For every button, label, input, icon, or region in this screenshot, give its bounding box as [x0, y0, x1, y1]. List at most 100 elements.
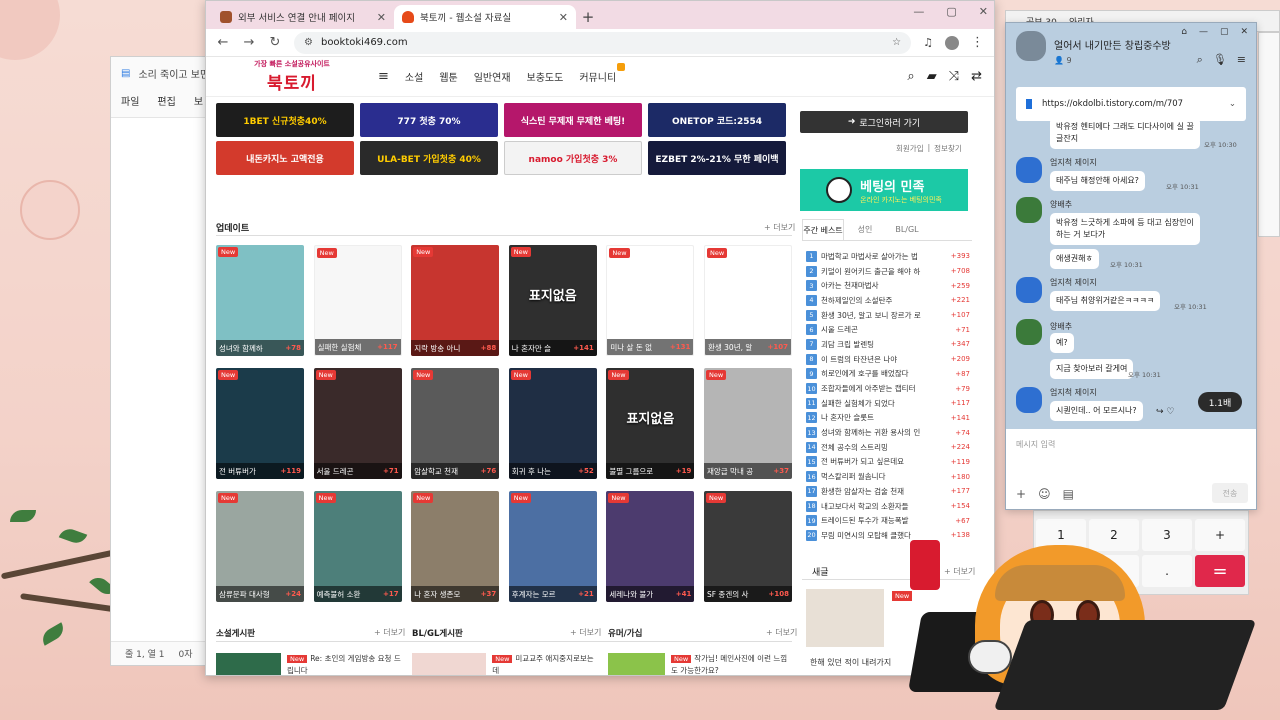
update-card[interactable]: New 후계자는 모르 +21	[508, 491, 597, 602]
rank-item[interactable]: 7 괴담 크립 발렌팅 +347	[806, 337, 970, 352]
user-avatar[interactable]	[1016, 157, 1042, 183]
update-card[interactable]: New 표지없음 불멸 그룹으로 +19	[606, 368, 695, 479]
rank-item[interactable]: 4 천하제일인의 소설탄주 +221	[806, 293, 970, 308]
update-card[interactable]: New 회귀 후 나는 +52	[508, 368, 597, 479]
tab-adult[interactable]: 성인	[844, 219, 886, 240]
rank-item[interactable]: 17 환생한 암살자는 검술 천재 +177	[806, 484, 970, 499]
message-bubble[interactable]: 애생권해ㅎ	[1050, 249, 1099, 269]
calc-key-equals[interactable]: =	[1195, 555, 1245, 587]
new-tab-button[interactable]: +	[576, 5, 600, 29]
notepad-window[interactable]: ▤ 소리 죽이고 보면 파일 편집 보 줄 1, 열 1 0자	[110, 56, 220, 666]
close-tab-icon[interactable]: ✕	[559, 11, 568, 24]
update-card[interactable]: New 예측불허 소환 +17	[313, 491, 402, 602]
pinned-link-card[interactable]: https://okdolbi.tistory.com/m/707 ⌄	[1016, 87, 1246, 121]
ad-banner[interactable]: 1BET 신규첫충40%	[216, 103, 354, 137]
swap-icon[interactable]: ⇄	[971, 69, 982, 84]
calc-key-decimal[interactable]: .	[1142, 555, 1192, 587]
mic-icon[interactable]: 🎙	[1213, 53, 1227, 67]
attach-file-icon[interactable]: ▤	[1063, 487, 1074, 501]
hamburger-menu-icon[interactable]: ≡	[378, 69, 389, 84]
room-avatar[interactable]	[1016, 31, 1046, 61]
update-card[interactable]: New 서울 드레곤 +71	[313, 368, 402, 479]
tab-booktoki[interactable]: 북토끼 - 웹소설 자료실 ✕	[394, 5, 576, 29]
profile-avatar[interactable]	[945, 35, 959, 50]
send-button[interactable]: 전송	[1212, 483, 1248, 503]
maximize-icon[interactable]: ▢	[1220, 27, 1229, 37]
site-info-icon[interactable]: ⚙	[304, 37, 313, 48]
browser-menu-icon[interactable]: ⋮	[971, 35, 984, 50]
kakaotalk-chat-window[interactable]: 얼어서 내기만든 창립중수방 👤 9 ⌂ — ▢ ✕ ⌕ 🎙 ≡ https:/…	[1005, 22, 1257, 510]
update-more-link[interactable]: + 더보기	[764, 222, 795, 233]
message-input[interactable]: 메시지 입력	[1016, 439, 1055, 450]
nav-novel[interactable]: 소설	[405, 69, 423, 84]
rank-item[interactable]: 5 환생 30년, 알고 보니 장르가 로 +107	[806, 308, 970, 323]
rank-item[interactable]: 13 성녀와 함께하는 귀환 용사의 인 +74	[806, 425, 970, 440]
nav-supplement[interactable]: 보충도도	[527, 69, 564, 84]
board-post[interactable]: New 미교교주 애지중지로보는데	[412, 653, 598, 675]
folder-icon[interactable]: ▰	[927, 69, 937, 84]
url-field[interactable]: ⚙ booktoki469.com ☆	[294, 31, 912, 54]
login-button[interactable]: ➜ 로그인하러 가기	[800, 111, 968, 133]
tab-external-service[interactable]: 외부 서비스 연결 안내 페이지 ✕	[212, 5, 394, 29]
ad-banner[interactable]: 식스틴 무제재 무제한 베팅!	[504, 103, 642, 137]
playback-speed-badge[interactable]: 1.1배	[1198, 392, 1242, 412]
message-bubble[interactable]: 박유정 헨티에다 그래도 디다사이에 실 끌 글잔지	[1050, 117, 1200, 149]
message-bubble[interactable]: 태주님 취양위거같은ㅋㅋㅋㅋ	[1050, 291, 1161, 311]
rank-item[interactable]: 16 먹스칼리퍼 월솜니다 +180	[806, 469, 970, 484]
chevron-down-icon[interactable]: ⌄	[1229, 99, 1236, 109]
rank-item[interactable]: 12 나 혼자만 슬롯트 +141	[806, 411, 970, 426]
reload-icon[interactable]: ↻	[268, 35, 282, 50]
update-card[interactable]: New 삼류문파 대사형 +24	[216, 491, 304, 602]
message-list[interactable]: 박유정 헨티에다 그래도 디다사이에 실 끌 글잔지 오후 10:30 엄지척 …	[1006, 117, 1256, 431]
site-logo[interactable]: 가장 빠른 소설공유사이트 북토끼	[222, 59, 362, 94]
user-avatar[interactable]	[1016, 387, 1042, 413]
calc-key-2[interactable]: 2	[1089, 519, 1139, 551]
media-control-icon[interactable]: ♫	[923, 36, 933, 49]
tab-weekly-best[interactable]: 주간 베스트	[802, 219, 844, 240]
pin-icon[interactable]: ⌂	[1181, 27, 1187, 37]
rank-item[interactable]: 3 아카는 천재마법사 +259	[806, 278, 970, 293]
update-card[interactable]: New 환생 30년, 알 +107	[703, 245, 792, 356]
rank-item[interactable]: 10 조합자들에게 아주받는 캡티터 +79	[806, 381, 970, 396]
board-post[interactable]: New Re: 초인의 게임방송 요청 드립니다	[216, 653, 402, 675]
rank-item[interactable]: 11 실패한 실험체가 되었다 +117	[806, 396, 970, 411]
minimize-icon[interactable]: —	[1199, 27, 1208, 37]
update-card[interactable]: New 미나 살 돈 없 +131	[606, 245, 695, 356]
maximize-icon[interactable]: ▢	[946, 5, 956, 18]
bookmark-star-icon[interactable]: ☆	[892, 37, 901, 48]
back-icon[interactable]: ←	[216, 35, 230, 50]
close-icon[interactable]: ✕	[1240, 27, 1248, 37]
pinned-url[interactable]: https://okdolbi.tistory.com/m/707	[1042, 99, 1183, 109]
humor-board-more[interactable]: + 더보기	[766, 627, 797, 638]
rank-item[interactable]: 6 시울 드레곤 +71	[806, 322, 970, 337]
rank-item[interactable]: 1 마법학교 마법사로 살아가는 법 +393	[806, 249, 970, 264]
update-card[interactable]: New SF 종겐의 사 +108	[703, 491, 792, 602]
notice-thumbnail[interactable]	[806, 589, 884, 647]
update-card[interactable]: New 전 버튜버가 +119	[216, 368, 304, 479]
nav-community[interactable]: 커뮤니티	[579, 63, 626, 84]
calc-key-plus[interactable]: +	[1195, 519, 1245, 551]
update-card[interactable]: New 표지없음 나 혼자만 슬 +141	[508, 245, 597, 356]
update-card[interactable]: New 성녀와 함께하 +78	[216, 245, 304, 356]
menu-view[interactable]: 보	[194, 93, 203, 108]
rank-item[interactable]: 9 히로인에게 호구를 배었잖다 +87	[806, 367, 970, 382]
minimize-icon[interactable]: —	[913, 5, 924, 18]
calc-key-3[interactable]: 3	[1142, 519, 1192, 551]
menu-edit[interactable]: 편집	[157, 93, 175, 108]
signup-link[interactable]: 회원가입	[896, 143, 924, 154]
menu-icon[interactable]: ≡	[1237, 53, 1246, 67]
close-tab-icon[interactable]: ✕	[377, 11, 386, 24]
rank-item[interactable]: 20 무림 미연시의 모탑해 클했다 +138	[806, 528, 970, 543]
update-card[interactable]: New 나 혼자 생존모 +37	[411, 491, 500, 602]
ad-banner[interactable]: ONETOP 코드:2554	[648, 103, 786, 137]
forward-icon[interactable]: →	[242, 35, 256, 50]
close-window-icon[interactable]: ✕	[979, 5, 988, 18]
message-bubble[interactable]: 시퀀인데.. 어 모르시나?	[1050, 401, 1143, 421]
rank-item[interactable]: 18 내고보다서 학교의 소환자들 +154	[806, 499, 970, 514]
message-bubble[interactable]: 지금 찾아보러 갈게여	[1050, 359, 1134, 379]
nav-webtoon[interactable]: 웹툰	[439, 69, 457, 84]
notepad-text-area[interactable]	[111, 117, 219, 641]
message-bubble[interactable]: 예?	[1050, 333, 1074, 353]
notice-more-link[interactable]: + 더보기	[944, 566, 975, 577]
message-bubble[interactable]: 태주님 해정안해 아세요?	[1050, 171, 1145, 191]
